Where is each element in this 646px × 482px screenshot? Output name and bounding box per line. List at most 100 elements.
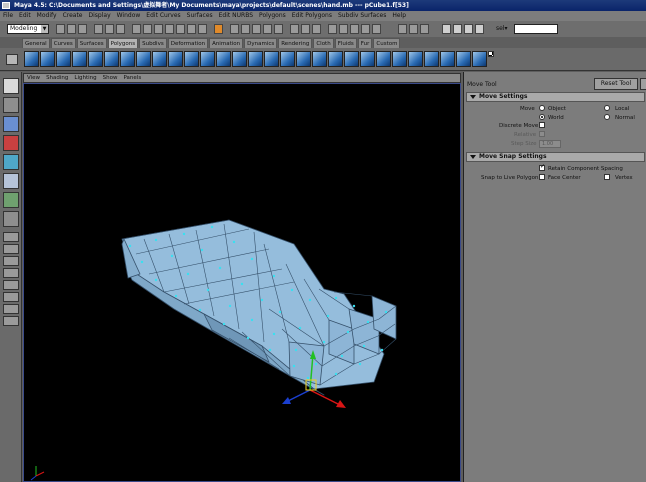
move-tool-icon[interactable] — [3, 116, 19, 132]
extrude-face-icon[interactable] — [264, 51, 279, 67]
channel-box-icon[interactable] — [442, 24, 451, 34]
extract-icon[interactable] — [152, 51, 167, 67]
boolean-difference-icon[interactable] — [184, 51, 199, 67]
select-component-icon[interactable] — [116, 24, 125, 34]
poly-torus-icon[interactable] — [104, 51, 119, 67]
layer-editor-icon[interactable] — [453, 24, 462, 34]
rotate-tool-icon[interactable] — [3, 135, 19, 151]
tab-fluids[interactable]: Fluids — [334, 38, 357, 48]
save-scene-icon[interactable] — [78, 24, 87, 34]
menu-edit-curves[interactable]: Edit Curves — [143, 11, 183, 21]
menu-help[interactable]: Help — [389, 11, 409, 21]
persp-outliner-layout-icon[interactable] — [3, 280, 19, 290]
render-view-icon[interactable] — [328, 24, 337, 34]
tab-rendering[interactable]: Rendering — [278, 38, 313, 48]
maya-app-icon[interactable] — [2, 2, 10, 9]
panel-menu-view[interactable]: View — [24, 74, 43, 83]
snap-view-plane-icon[interactable] — [263, 24, 272, 34]
poly-cone-icon[interactable] — [72, 51, 87, 67]
boolean-intersection-icon[interactable] — [200, 51, 215, 67]
persp-graph-layout-icon[interactable] — [3, 292, 19, 302]
sel-input[interactable] — [514, 24, 558, 34]
tab-dynamics[interactable]: Dynamics — [244, 38, 278, 48]
combine-icon[interactable] — [120, 51, 135, 67]
ipr-render-icon[interactable] — [350, 24, 359, 34]
merge-vertices-icon[interactable] — [344, 51, 359, 67]
history-output-icon[interactable] — [312, 24, 321, 34]
select-by-deformer-icon[interactable] — [176, 24, 185, 34]
split-icon[interactable] — [312, 51, 327, 67]
move-settings-header[interactable]: Move Settings — [466, 92, 645, 102]
menu-surfaces[interactable]: Surfaces — [184, 11, 216, 21]
tab-polygons[interactable]: Polygons — [107, 38, 139, 48]
discrete-move-checkbox[interactable] — [539, 122, 545, 128]
universal-manipulator-icon[interactable] — [3, 173, 19, 189]
tab-deformation[interactable]: Deformation — [167, 38, 209, 48]
uv-editor-icon[interactable] — [472, 51, 487, 67]
tab-subdivs[interactable]: Subdivs — [139, 38, 167, 48]
vertex-checkbox[interactable] — [604, 174, 610, 180]
shelf-menu-icon[interactable] — [6, 54, 18, 65]
poly-sphere-icon[interactable] — [24, 51, 39, 67]
select-by-joint-icon[interactable] — [143, 24, 152, 34]
radio-normal[interactable] — [604, 114, 610, 120]
render-current-frame-icon[interactable] — [339, 24, 348, 34]
delete-edge-icon[interactable] — [360, 51, 375, 67]
select-hierarchy-icon[interactable] — [94, 24, 103, 34]
select-by-rendering-icon[interactable] — [198, 24, 207, 34]
smooth-icon[interactable] — [216, 51, 231, 67]
render-globals-icon[interactable] — [361, 24, 370, 34]
separate-icon[interactable] — [136, 51, 151, 67]
menu-modify[interactable]: Modify — [34, 11, 60, 21]
help-button[interactable] — [640, 78, 646, 90]
snap-curve-icon[interactable] — [241, 24, 250, 34]
show-hide-channel-box-icon[interactable] — [398, 24, 407, 34]
quadrangulate-icon[interactable] — [248, 51, 263, 67]
radio-world[interactable] — [539, 114, 545, 120]
cut-faces-icon[interactable] — [328, 51, 343, 67]
select-by-curve-icon[interactable] — [154, 24, 163, 34]
tab-surfaces[interactable]: Surfaces — [76, 38, 107, 48]
show-manipulator-icon[interactable] — [3, 211, 19, 227]
hypergraph-layout-icon[interactable] — [3, 304, 19, 314]
single-pane-layout-icon[interactable] — [3, 232, 19, 242]
poly-cylinder-icon[interactable] — [56, 51, 71, 67]
menu-display[interactable]: Display — [86, 11, 114, 21]
reset-tool-button[interactable]: Reset Tool — [594, 78, 638, 90]
tab-custom[interactable]: Custom — [373, 38, 401, 48]
poly-cube-icon[interactable] — [40, 51, 55, 67]
graph-editor-icon[interactable] — [475, 24, 484, 34]
outliner-icon[interactable] — [464, 24, 473, 34]
show-hide-attribute-editor-icon[interactable] — [420, 24, 429, 34]
menu-edit-nurbs[interactable]: Edit NURBS — [216, 11, 256, 21]
tab-fur[interactable]: Fur — [357, 38, 373, 48]
boolean-union-icon[interactable] — [168, 51, 183, 67]
tab-curves[interactable]: Curves — [50, 38, 76, 48]
checker-icon[interactable] — [488, 51, 494, 57]
move-snap-settings-header[interactable]: Move Snap Settings — [466, 152, 645, 162]
select-tool-icon[interactable] — [3, 78, 19, 94]
two-pane-stacked-layout-icon[interactable] — [3, 268, 19, 278]
four-pane-layout-icon[interactable] — [3, 244, 19, 254]
select-object-icon[interactable] — [105, 24, 114, 34]
snap-point-icon[interactable] — [252, 24, 261, 34]
more-layouts-icon[interactable] — [3, 316, 19, 326]
show-hide-tool-settings-icon[interactable] — [409, 24, 418, 34]
menu-create[interactable]: Create — [60, 11, 86, 21]
select-by-handle-icon[interactable] — [132, 24, 141, 34]
menu-edit[interactable]: Edit — [16, 11, 34, 21]
make-live-icon[interactable] — [274, 24, 283, 34]
scale-tool-icon[interactable] — [3, 154, 19, 170]
hand-mesh-view[interactable] — [24, 84, 461, 482]
panel-menu-show[interactable]: Show — [100, 74, 121, 83]
bridge-icon[interactable] — [296, 51, 311, 67]
menu-window[interactable]: Window — [114, 11, 144, 21]
select-by-misc-icon[interactable] — [214, 24, 223, 34]
snap-grid-icon[interactable] — [230, 24, 239, 34]
history-icon[interactable] — [290, 24, 299, 34]
map-cylindrical-icon[interactable] — [424, 51, 439, 67]
radio-local[interactable] — [604, 105, 610, 111]
append-polygon-icon[interactable] — [376, 51, 391, 67]
history-input-icon[interactable] — [301, 24, 310, 34]
menu-file[interactable]: File — [0, 11, 16, 21]
